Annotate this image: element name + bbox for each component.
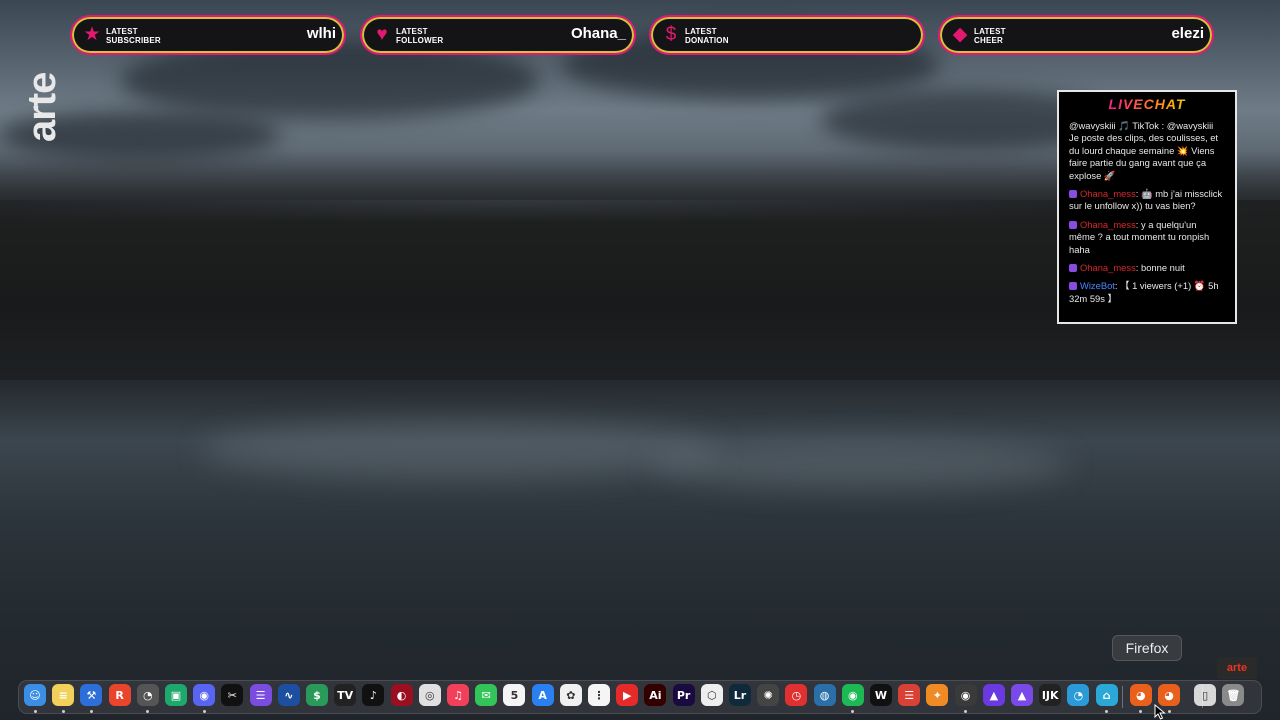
water-highlight: [650, 440, 1070, 490]
running-indicator: [61, 710, 65, 713]
running-indicator: [202, 710, 206, 713]
arte-logo-text: arte: [20, 72, 64, 142]
dock-separator: [1202, 686, 1203, 708]
music-icon[interactable]: ♫: [447, 684, 469, 706]
dollar-icon: $: [665, 24, 677, 45]
running-indicator: [89, 710, 93, 713]
premiere-icon[interactable]: Pr: [672, 684, 695, 706]
red-app-icon[interactable]: ◐: [390, 684, 413, 706]
readkit-icon[interactable]: R: [108, 684, 131, 706]
calendar-icon[interactable]: 5: [503, 684, 526, 706]
timer-icon[interactable]: ◷: [785, 684, 808, 706]
latest-cheer-value: elezi: [1171, 25, 1204, 42]
running-indicator: [33, 710, 37, 713]
lightroom-icon[interactable]: Lr: [729, 684, 751, 706]
illustrator-icon[interactable]: Ai: [644, 684, 667, 706]
tradingview-icon[interactable]: TV: [334, 684, 357, 706]
arte-mini-logo: arte: [1217, 657, 1257, 679]
badge-icon: [1069, 264, 1077, 273]
latest-subscriber-value: wlhi: [306, 25, 336, 42]
badge-icon: [1069, 282, 1077, 291]
alert-label: DONATION: [685, 36, 729, 45]
chat-message: Ohana_mess: bonne nuit: [1059, 262, 1235, 274]
dock-tooltip: Firefox: [1112, 635, 1182, 661]
alert-label: CHEER: [974, 36, 1004, 45]
finder-icon[interactable]: ☺: [24, 684, 46, 706]
alert-label: LATEST: [974, 27, 1006, 36]
aquarium-icon[interactable]: ◔: [1067, 684, 1090, 706]
badge-icon: [1069, 190, 1077, 199]
chat-username: WizeBot: [1080, 280, 1115, 292]
livechat-panel: LIVECHAT @wavyskiii 🎵 TikTok : @wavyskii…: [1057, 90, 1237, 324]
alert-label: SUBSCRIBER: [106, 36, 161, 45]
todoist-icon[interactable]: ☰: [898, 684, 921, 706]
chatgpt-icon[interactable]: ✺: [757, 684, 780, 706]
arc-purple-2-icon[interactable]: ▲: [1011, 684, 1033, 706]
screen-share-icon[interactable]: ▣: [165, 684, 187, 706]
trash-icon[interactable]: 🗑: [1222, 684, 1245, 706]
latest-donation-bar: $ LATEST DONATION: [651, 17, 923, 53]
logi-icon[interactable]: IJK: [1039, 684, 1062, 706]
proxyman-icon[interactable]: ◍: [813, 684, 836, 706]
reminders-icon[interactable]: ⋮: [588, 684, 610, 706]
latest-follower-bar: ♥ LATEST FOLLOWER Ohana_: [362, 17, 634, 53]
livechat-title: LIVECHAT: [1059, 96, 1235, 112]
chat-message: Ohana_mess: 🤖 mb j'ai missclick sur le u…: [1059, 188, 1235, 213]
alert-label: LATEST: [106, 27, 138, 36]
star-icon: ★: [83, 24, 101, 45]
obs-icon[interactable]: ◉: [954, 684, 977, 706]
messages-icon[interactable]: ✉: [475, 684, 498, 706]
stocks-icon[interactable]: ∿: [277, 684, 300, 706]
money-icon[interactable]: $: [306, 684, 328, 706]
alert-label: LATEST: [396, 27, 428, 36]
xcode-icon[interactable]: ⚒: [80, 684, 103, 706]
app-store-icon[interactable]: A: [531, 684, 554, 706]
fl-studio-icon[interactable]: ✦: [926, 684, 949, 706]
diamond-icon: ◆: [952, 24, 968, 45]
firefox-dev-icon[interactable]: ◕: [1158, 684, 1180, 706]
latest-cheer-bar: ◆ LATEST CHEER elezi: [940, 17, 1212, 53]
chat-username: Ohana_mess: [1080, 262, 1136, 274]
notes-icon[interactable]: ≡: [52, 684, 75, 706]
folder-doc-icon[interactable]: ▯: [1194, 684, 1217, 706]
mimestream-icon[interactable]: ☰: [249, 684, 272, 706]
photos-icon[interactable]: ✿: [559, 684, 582, 706]
chrome-icon[interactable]: ◎: [418, 684, 441, 706]
water-highlight: [200, 420, 720, 480]
chat-username: Ohana_mess: [1080, 188, 1136, 200]
mouse-cursor-icon: [1154, 704, 1166, 720]
discord-icon[interactable]: ◉: [193, 684, 216, 706]
running-indicator: [1167, 710, 1171, 713]
red-square-icon[interactable]: ▶: [616, 684, 639, 706]
chat-username: Ohana_mess: [1080, 218, 1136, 230]
capcut-icon[interactable]: ✂: [221, 684, 244, 706]
chat-message: Ohana_mess: y a quelqu'un même ? a tout …: [1059, 219, 1235, 256]
dock-separator: [1122, 686, 1123, 708]
arc-purple-icon[interactable]: ▲: [982, 684, 1005, 706]
alert-label: LATEST: [685, 27, 717, 36]
chat-text: @wavyskiii 🎵 TikTok : @wavyskiii Je post…: [1069, 120, 1219, 181]
chat-text: : bonne nuit: [1135, 262, 1185, 274]
latest-follower-value: Ohana_: [570, 25, 626, 42]
hyperjoin-icon[interactable]: ⌂: [1095, 684, 1118, 706]
latest-subscriber-bar: ★ LATEST SUBSCRIBER wlhi: [72, 17, 344, 53]
unity-icon[interactable]: ⬡: [700, 684, 723, 706]
spotify-icon[interactable]: ◉: [841, 684, 864, 706]
firefox-icon[interactable]: ◕: [1129, 684, 1152, 706]
chat-message: WizeBot: 【 1 viewers (+1) ⏰ 5h 32m 59s 】: [1059, 280, 1235, 305]
tiktok-icon[interactable]: ♪: [362, 684, 385, 706]
badge-icon: [1069, 220, 1077, 229]
alert-label: FOLLOWER: [396, 36, 444, 45]
waves-icon[interactable]: W: [870, 684, 892, 706]
chat-message: @wavyskiii 🎵 TikTok : @wavyskiii Je post…: [1059, 120, 1235, 182]
activity-monitor-icon[interactable]: ◔: [136, 684, 159, 706]
arte-logo: arte: [20, 30, 70, 145]
heart-icon: ♥: [376, 24, 388, 45]
